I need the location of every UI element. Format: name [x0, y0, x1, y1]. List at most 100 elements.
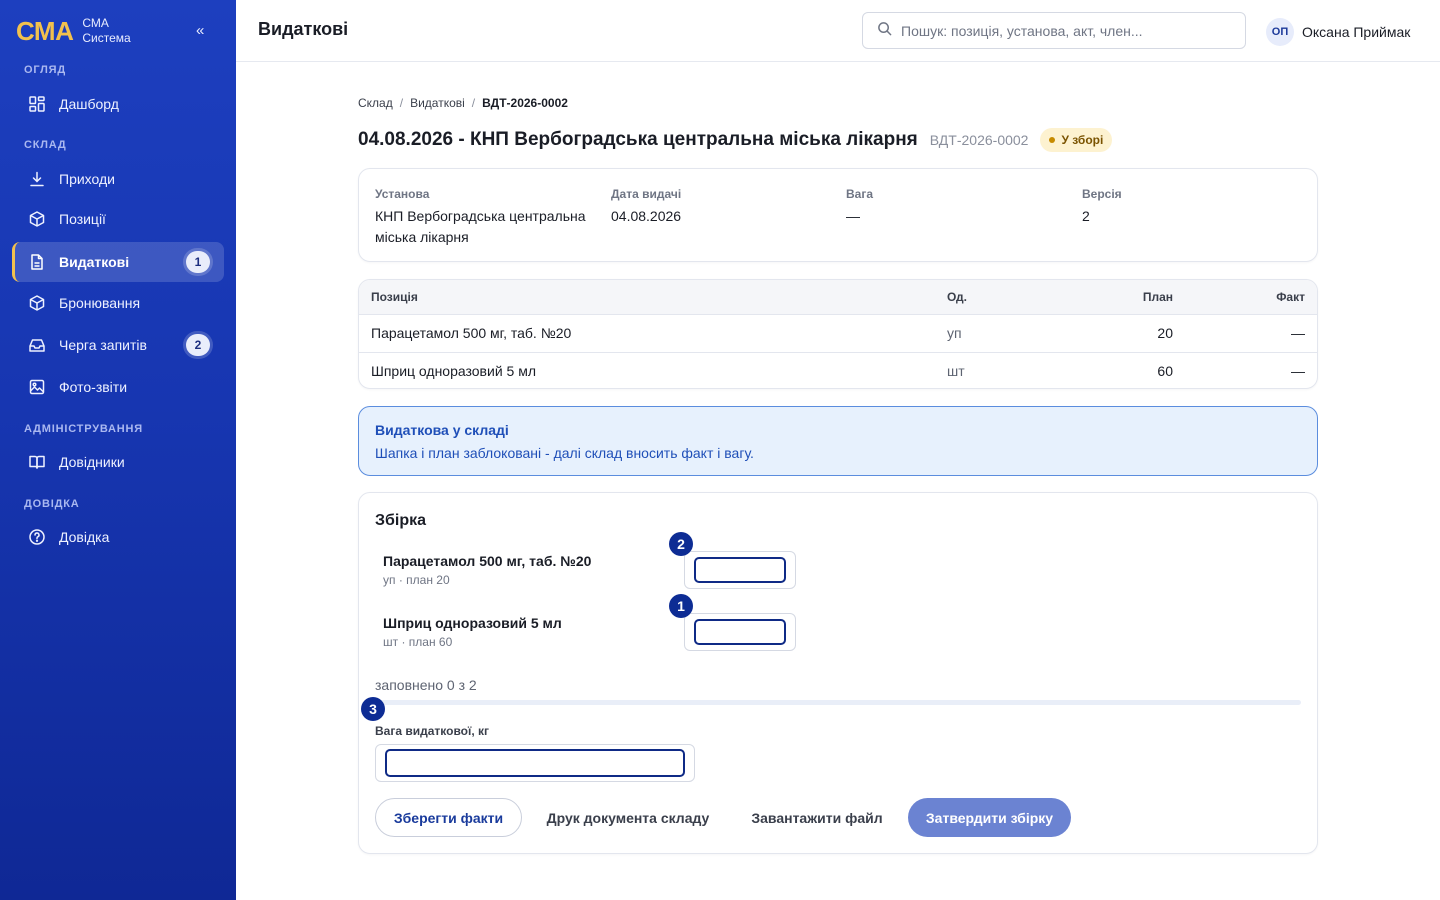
column-header-plan: План [1075, 280, 1185, 315]
column-header-fact: Факт [1185, 280, 1317, 315]
topbar: Видаткові ОП Оксана Приймак [236, 0, 1440, 62]
info-issue-date: Дата видачі 04.08.2026 [611, 187, 835, 227]
sidebar-item-help[interactable]: Довідка [12, 517, 224, 557]
breadcrumb: Склад / Видаткові / ВДТ-2026-0002 [358, 96, 568, 110]
status-badge: У зборі [1040, 128, 1113, 152]
upload-file-button[interactable]: Завантажити файл [743, 798, 891, 837]
fact-field-wrapper [684, 551, 796, 589]
cell-plan: 20 [1075, 314, 1185, 353]
sidebar-item-receipts[interactable]: Приходи [12, 159, 224, 199]
status-dot [1049, 137, 1056, 143]
step-marker: 3 [361, 697, 385, 721]
cell-unit: шт [947, 363, 965, 380]
column-header-position: Позиція [359, 280, 935, 315]
breadcrumb-separator: / [471, 96, 476, 110]
progress-label: заповнено 0 з 2 [375, 677, 477, 693]
info-label: Версія [1082, 187, 1122, 201]
sidebar-item-label: Довідка [59, 529, 110, 545]
weight-label: Вага видаткової, кг [375, 724, 490, 738]
assembly-title: Збірка [375, 512, 427, 529]
sidebar-item-directories[interactable]: Довідники [12, 442, 224, 482]
fact-field-wrapper [684, 613, 796, 651]
avatar: ОП [1266, 18, 1294, 46]
info-label: Вага [846, 187, 874, 201]
weight-input[interactable] [385, 749, 685, 777]
info-version: Версія 2 [1082, 187, 1306, 227]
sidebar-item-request-queue[interactable]: Черга запитів 2 [12, 325, 224, 365]
table-row: Шприц одноразовий 5 мл шт 60 — [359, 352, 1317, 388]
print-document-button[interactable]: Друк документа складу [539, 798, 717, 837]
brand-name-line1: СМА [82, 16, 109, 30]
info-value: — [846, 208, 860, 224]
sidebar-item-photo-reports[interactable]: Фото-звіти [12, 367, 224, 407]
breadcrumb-expenditures[interactable]: Видаткові [410, 96, 465, 110]
fact-input-syringe[interactable] [694, 619, 786, 645]
breadcrumb-warehouse[interactable]: Склад [358, 96, 393, 110]
breadcrumb-separator: / [399, 96, 404, 110]
document-title: 04.08.2026 - КНП Вербоградська центральн… [358, 129, 918, 150]
items-table: Позиція Од. План Факт Парацетамол 500 мг… [359, 280, 1317, 388]
confirm-assembly-button[interactable]: Затвердити збірку [908, 798, 1071, 837]
dashboard-icon [28, 95, 46, 113]
inbox-icon [28, 336, 46, 354]
info-label: Дата видачі [611, 187, 682, 201]
sidebar-item-label: Довідники [59, 454, 125, 470]
sidebar-item-label: Фото-звіти [59, 379, 128, 395]
help-circle-icon [28, 528, 46, 546]
info-value: 2 [1082, 208, 1090, 224]
save-facts-button[interactable]: Зберегти факти [375, 798, 522, 837]
document-info-card: Установа КНП Вербоградська центральна мі… [358, 168, 1318, 262]
search-icon [877, 21, 901, 41]
search-input[interactable] [901, 22, 1221, 39]
assembly-item-name: Шприц одноразовий 5 мл [383, 615, 562, 631]
cell-position: Парацетамол 500 мг, таб. №20 [359, 314, 935, 353]
book-icon [28, 453, 46, 471]
assembly-item-sub: уп · план 20 [383, 573, 450, 587]
sidebar: СМА СМА Система « ОГЛЯД Дашборд СКЛАД Пр… [0, 0, 236, 900]
status-label: У зборі [1061, 133, 1104, 147]
alert-title: Видаткова у складі [375, 422, 509, 438]
user-name: Оксана Приймак [1302, 24, 1411, 40]
info-institution: Установа КНП Вербоградська центральна мі… [375, 187, 599, 248]
document-icon [28, 253, 46, 271]
sidebar-item-label: Видаткові [59, 254, 130, 270]
document-header: 04.08.2026 - КНП Вербоградська центральн… [358, 128, 1113, 152]
brand-logo: СМА [16, 16, 74, 46]
info-alert: Видаткова у складі Шапка і план заблоков… [358, 406, 1318, 476]
info-value: 04.08.2026 [611, 208, 682, 224]
sidebar-item-dashboard[interactable]: Дашборд [12, 84, 224, 124]
info-label: Установа [375, 187, 430, 201]
assembly-card: Збірка Парацетамол 500 мг, таб. №20 уп ·… [358, 492, 1318, 854]
page-title: Видаткові [258, 19, 349, 39]
image-icon [28, 378, 46, 396]
collapse-sidebar-button[interactable]: « [196, 22, 204, 39]
cell-unit: уп [935, 314, 1075, 353]
progress-bar [375, 700, 1301, 705]
sidebar-item-expenditures[interactable]: Видаткові 1 [12, 242, 224, 282]
box-icon [28, 294, 46, 312]
alert-text: Шапка і план заблоковані - далі склад вн… [375, 445, 754, 461]
assembly-item-name: Парацетамол 500 мг, таб. №20 [383, 553, 592, 569]
fact-input-paracetamol[interactable] [694, 557, 786, 583]
download-icon [28, 170, 46, 188]
sidebar-item-positions[interactable]: Позиції [12, 199, 224, 239]
info-weight: Вага — [846, 187, 1070, 227]
brand[interactable]: СМА СМА Система [16, 16, 131, 46]
cell-fact: — [1185, 314, 1317, 353]
nav-section-admin: АДМІНІСТРУВАННЯ [24, 423, 143, 435]
sidebar-item-label: Дашборд [59, 96, 119, 112]
breadcrumb-current: ВДТ-2026-0002 [482, 96, 568, 110]
sidebar-item-label: Бронювання [59, 295, 141, 311]
sidebar-item-bookings[interactable]: Бронювання [12, 283, 224, 323]
search-box[interactable] [862, 12, 1246, 49]
document-code: ВДТ-2026-0002 [929, 132, 1029, 148]
count-badge: 1 [186, 251, 210, 273]
step-marker: 1 [669, 594, 693, 618]
box-icon [28, 210, 46, 228]
table-header-row: Позиція Од. План Факт [359, 280, 1317, 315]
user-menu[interactable]: ОП Оксана Приймак [1266, 18, 1410, 46]
table-row: Парацетамол 500 мг, таб. №20 уп 20 — [359, 314, 1317, 353]
items-table-card: Позиція Од. План Факт Парацетамол 500 мг… [358, 279, 1318, 389]
cell-position: Шприц одноразовий 5 мл [371, 363, 536, 380]
cell-fact: — [1291, 363, 1305, 380]
